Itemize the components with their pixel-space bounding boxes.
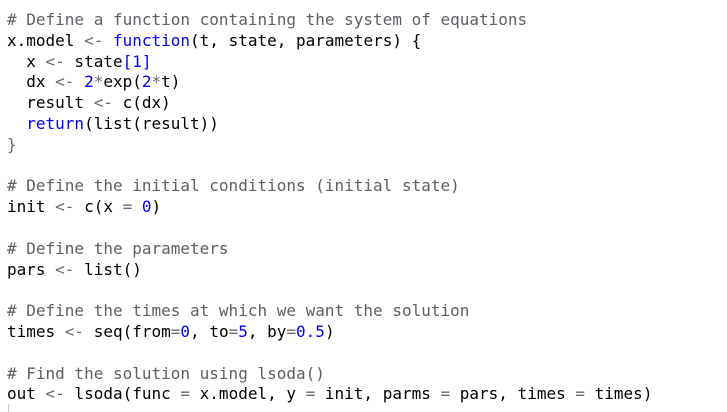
- code-token: =: [170, 321, 181, 341]
- code-token: <-: [55, 72, 75, 92]
- code-token: 5: [238, 321, 248, 341]
- code-token: 2: [141, 72, 152, 92]
- code-token: x.model: [7, 30, 75, 50]
- code-token: }: [7, 134, 17, 154]
- code-token: pars: [7, 259, 56, 279]
- code-comment: # Define a function containing the syste…: [7, 10, 528, 29]
- code-token: return: [26, 113, 85, 133]
- code-token: <-: [84, 30, 104, 50]
- code-token: <-: [55, 259, 75, 279]
- code-token: =: [575, 384, 586, 404]
- code-line[interactable]: dx <- 2*exp(2*t): [7, 72, 652, 93]
- code-line[interactable]: [7, 343, 652, 364]
- code-token: *: [151, 72, 162, 92]
- code-block[interactable]: # Define a function containing the syste…: [7, 10, 652, 405]
- code-token: =: [180, 384, 191, 404]
- code-line[interactable]: times <- seq(from=0, to=5, by=0.5): [7, 322, 652, 343]
- code-token: 0.5: [296, 321, 325, 341]
- code-token: (list(result)): [84, 113, 219, 133]
- code-line[interactable]: init <- c(x = 0): [7, 197, 652, 218]
- code-token: <-: [64, 321, 85, 341]
- code-line[interactable]: pars <- list(): [7, 260, 652, 281]
- code-token: pars, times: [450, 384, 576, 404]
- code-token: x: [7, 51, 46, 71]
- code-token: ): [151, 197, 162, 217]
- code-token: 0: [180, 321, 191, 341]
- code-line[interactable]: # Define a function containing the syste…: [7, 10, 652, 31]
- code-token: =: [122, 197, 133, 217]
- code-token: ]: [141, 51, 152, 71]
- code-line[interactable]: [7, 156, 652, 177]
- code-token: , to: [190, 321, 229, 341]
- code-line[interactable]: [7, 280, 652, 301]
- code-line[interactable]: # Define the times at which we want the …: [7, 301, 652, 322]
- code-token: times: [7, 321, 65, 341]
- code-token: 2: [84, 72, 94, 92]
- code-token: [: [122, 51, 133, 71]
- text-cursor: [8, 404, 9, 412]
- code-token: <-: [45, 51, 65, 71]
- code-token: =: [286, 321, 297, 341]
- code-token: ): [324, 321, 335, 341]
- code-line[interactable]: x <- state[1]: [7, 52, 652, 73]
- code-token: init: [7, 197, 56, 217]
- code-token: times): [585, 384, 653, 404]
- code-token: =: [440, 384, 451, 404]
- code-token: c(x: [74, 197, 123, 217]
- code-token: *: [93, 72, 104, 92]
- code-token: list(): [74, 259, 142, 279]
- code-token: <-: [55, 197, 75, 217]
- code-token: <-: [45, 384, 65, 404]
- code-token: result: [7, 93, 94, 113]
- code-token: x.model, y: [190, 384, 306, 404]
- code-comment: # Find the solution using lsoda(): [7, 363, 325, 383]
- code-line[interactable]: # Define the parameters: [7, 239, 652, 260]
- code-token: c(dx): [112, 93, 171, 113]
- code-token: init, parms: [315, 384, 441, 404]
- code-token: =: [305, 384, 316, 404]
- code-token: out: [7, 384, 46, 404]
- code-line[interactable]: out <- lsoda(func = x.model, y = init, p…: [7, 384, 652, 405]
- code-token: (t, state, parameters) {: [190, 30, 422, 50]
- code-line[interactable]: [7, 218, 652, 239]
- code-token: =: [228, 321, 239, 341]
- code-token: 1: [132, 51, 142, 71]
- code-comment: # Define the parameters: [7, 238, 229, 258]
- code-line[interactable]: # Define the initial conditions (initial…: [7, 176, 652, 197]
- code-token: exp(: [103, 72, 142, 92]
- code-line[interactable]: result <- c(dx): [7, 93, 652, 114]
- code-comment: # Define the times at which we want the …: [7, 301, 470, 321]
- code-token: function: [112, 30, 191, 50]
- code-line[interactable]: }: [7, 135, 652, 156]
- code-token: seq(from: [84, 321, 171, 341]
- code-editor[interactable]: # Define a function containing the syste…: [0, 0, 727, 412]
- code-line[interactable]: # Find the solution using lsoda(): [7, 364, 652, 385]
- code-line[interactable]: return(list(result)): [7, 114, 652, 135]
- code-token: t): [161, 72, 181, 92]
- code-line[interactable]: x.model <- function(t, state, parameters…: [7, 31, 652, 52]
- code-comment: # Define the initial conditions (initial…: [7, 176, 460, 196]
- code-token: , by: [247, 321, 287, 341]
- code-token: dx: [7, 72, 56, 92]
- code-token: <-: [93, 93, 113, 113]
- code-token: 0: [141, 197, 152, 217]
- code-token: lsoda(func: [64, 384, 181, 404]
- code-token: state: [64, 51, 123, 71]
